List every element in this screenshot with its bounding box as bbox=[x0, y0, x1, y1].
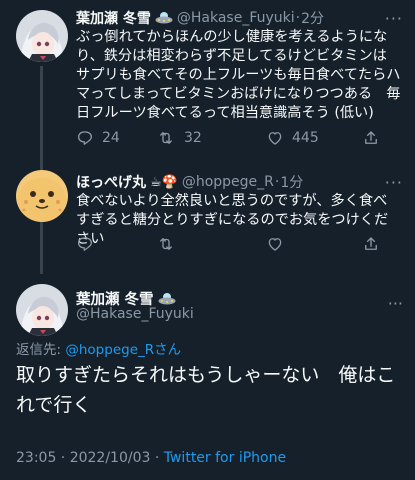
retweet-count: 32 bbox=[184, 130, 202, 146]
reply-prefix: 返信先: bbox=[16, 342, 62, 358]
like-button[interactable]: 445 bbox=[266, 129, 362, 147]
user-handle[interactable]: @hoppege_R bbox=[182, 174, 274, 190]
heart-icon bbox=[268, 238, 282, 251]
action-bar bbox=[76, 234, 401, 254]
tweet-2[interactable]: ほっぺげ丸 ☕🍄 @hoppege_R · 1分 ··· 食べないより全然良いと… bbox=[0, 166, 415, 276]
separator: · bbox=[274, 174, 280, 190]
action-bar: 24 32 445 bbox=[76, 128, 401, 148]
avatar[interactable] bbox=[16, 10, 68, 62]
main-tweet-text: 取りすぎたらそれはもうしゃーない 俺はこれで行く bbox=[16, 364, 396, 416]
more-icon[interactable]: ··· bbox=[388, 294, 403, 313]
user-handle[interactable]: @Hakase_Fuyuki bbox=[76, 306, 194, 322]
like-count: 445 bbox=[292, 130, 319, 146]
avatar[interactable] bbox=[16, 284, 68, 336]
more-icon[interactable]: ··· bbox=[385, 11, 403, 27]
coffee-mushroom-emoji-icon: ☕🍄 bbox=[150, 174, 178, 190]
tweet-meta: 23:05 · 2022/10/03 · Twitter for iPhone bbox=[16, 450, 286, 466]
like-button[interactable] bbox=[266, 235, 362, 253]
share-button[interactable] bbox=[362, 235, 380, 253]
retweet-icon bbox=[160, 132, 172, 144]
tweet-timestamp[interactable]: 23:05 · 2022/10/03 · bbox=[16, 450, 164, 466]
retweet-icon bbox=[160, 238, 172, 250]
reply-icon bbox=[77, 131, 93, 145]
tweet-1[interactable]: 葉加瀬 冬雪 @Hakase_Fuyuki · 2分 ··· ぶっ倒れてからほん… bbox=[0, 0, 415, 160]
timestamp[interactable]: 2分 bbox=[301, 8, 324, 28]
share-icon bbox=[365, 237, 377, 250]
retweet-button[interactable] bbox=[156, 235, 266, 253]
reply-button[interactable]: 24 bbox=[76, 129, 156, 147]
avatar[interactable] bbox=[16, 170, 68, 222]
reply-context: 返信先: @hoppege_Rさん bbox=[16, 338, 181, 358]
display-name[interactable]: 葉加瀬 冬雪 bbox=[76, 8, 151, 28]
reply-suffix: さん bbox=[154, 342, 182, 358]
reply-icon bbox=[77, 237, 93, 251]
share-button[interactable] bbox=[362, 129, 380, 147]
separator: · bbox=[295, 10, 301, 26]
ufo-badge-icon bbox=[158, 292, 176, 306]
share-icon bbox=[365, 131, 377, 144]
reply-button[interactable] bbox=[76, 235, 156, 253]
more-icon[interactable]: ··· bbox=[385, 175, 403, 191]
reply-mention-link[interactable]: @hoppege_R bbox=[65, 342, 154, 358]
tweet-text: ぶっ倒れてからほんの少し健康を考えるようになり、鉄分は相変わらず不足してるけどビ… bbox=[76, 29, 401, 121]
display-name[interactable]: ほっぺげ丸 bbox=[76, 172, 146, 192]
user-handle[interactable]: @Hakase_Fuyuki bbox=[177, 10, 295, 26]
heart-icon bbox=[268, 132, 282, 145]
reply-count: 24 bbox=[102, 130, 120, 146]
timestamp[interactable]: 1分 bbox=[280, 172, 303, 192]
retweet-button[interactable]: 32 bbox=[156, 129, 266, 147]
ufo-badge-icon bbox=[155, 11, 173, 25]
tweet-source-link[interactable]: Twitter for iPhone bbox=[164, 450, 286, 466]
